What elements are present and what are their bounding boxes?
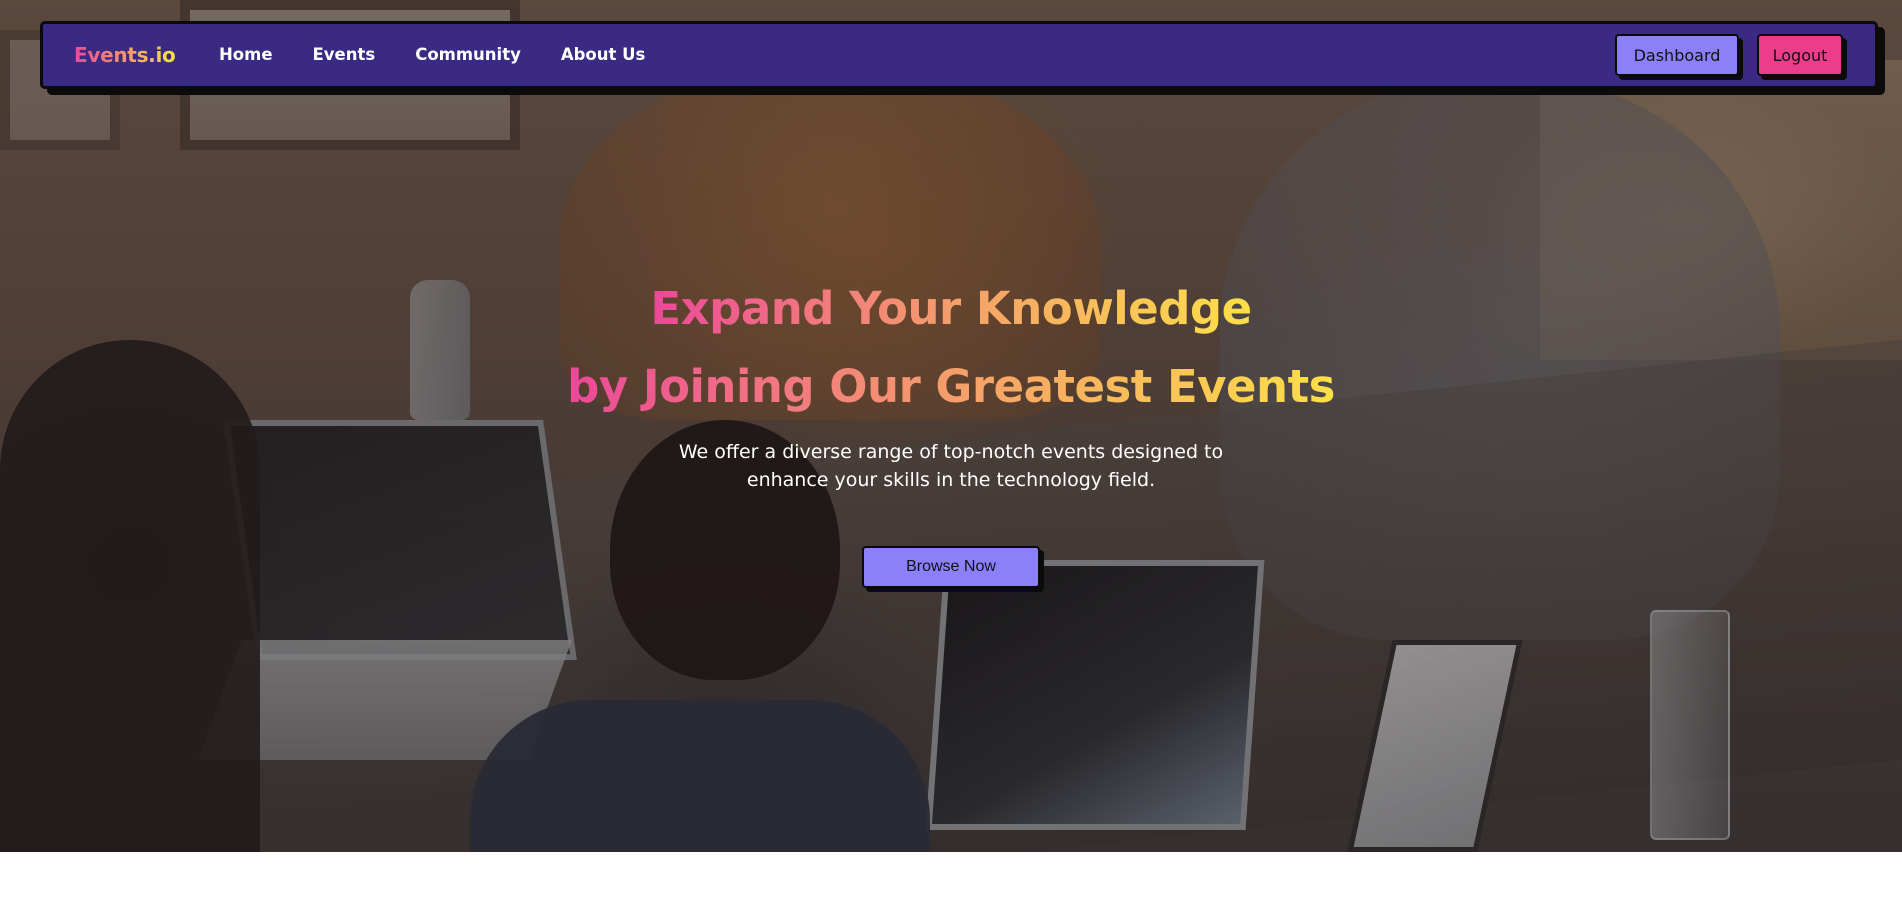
hero-subtext: We offer a diverse range of top-notch ev… bbox=[678, 441, 1224, 491]
top-navbar: Events.io Home Events Community About Us… bbox=[40, 21, 1878, 89]
logout-button[interactable]: Logout bbox=[1757, 34, 1843, 76]
dashboard-button[interactable]: Dashboard bbox=[1615, 34, 1739, 76]
nav-link-about-us[interactable]: About Us bbox=[561, 44, 646, 66]
hero-headline-line2: by Joining Our Greatest Events bbox=[567, 348, 1335, 426]
nav-link-home[interactable]: Home bbox=[219, 44, 273, 66]
nav-links: Home Events Community About Us bbox=[219, 44, 685, 66]
brand-logo[interactable]: Events.io bbox=[74, 42, 176, 68]
hero-headline-line1: Expand Your Knowledge bbox=[650, 270, 1252, 348]
nav-link-community[interactable]: Community bbox=[415, 44, 521, 66]
nav-link-events[interactable]: Events bbox=[313, 44, 376, 66]
hero-section: Expand Your Knowledge by Joining Our Gre… bbox=[0, 0, 1902, 852]
browse-now-button[interactable]: Browse Now bbox=[862, 546, 1040, 588]
hero-content: Expand Your Knowledge by Joining Our Gre… bbox=[0, 270, 1902, 588]
